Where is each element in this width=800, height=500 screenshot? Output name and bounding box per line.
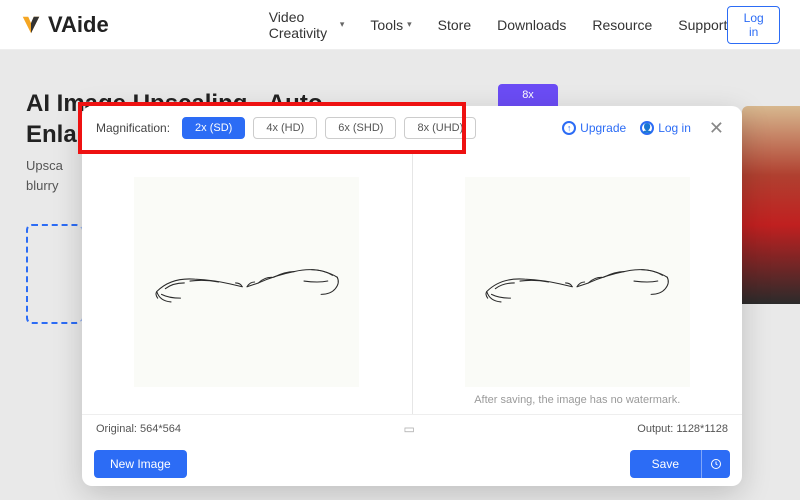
close-icon[interactable]: ✕ bbox=[705, 118, 728, 139]
upgrade-icon: ↑ bbox=[562, 121, 576, 135]
nav-item-resource[interactable]: Resource bbox=[592, 9, 652, 41]
magnification-6x[interactable]: 6x (SHD) bbox=[325, 117, 396, 139]
output-size-label: Output: 1128*1128 bbox=[637, 423, 728, 435]
save-options-button[interactable] bbox=[701, 450, 730, 478]
nav-item-tools[interactable]: Tools▾ bbox=[370, 9, 411, 41]
promo-badge: 8x bbox=[498, 84, 558, 106]
brand-text: VAide bbox=[48, 12, 109, 38]
chevron-down-icon: ▾ bbox=[340, 19, 345, 30]
nav-menu: Video Creativity▾ Tools▾ Store Downloads… bbox=[269, 9, 728, 41]
new-image-button[interactable]: New Image bbox=[94, 450, 187, 478]
magnification-label: Magnification: bbox=[96, 121, 170, 135]
logo-icon bbox=[20, 14, 42, 36]
chevron-down-icon: ▾ bbox=[407, 19, 412, 30]
original-pane bbox=[82, 150, 412, 414]
watermark-note: After saving, the image has no watermark… bbox=[474, 394, 680, 406]
top-nav: VAide Video Creativity▾ Tools▾ Store Dow… bbox=[0, 0, 800, 50]
nav-item-video[interactable]: Video Creativity▾ bbox=[269, 9, 345, 41]
modal-body: After saving, the image has no watermark… bbox=[82, 150, 742, 414]
sample-photo bbox=[742, 106, 800, 304]
history-icon bbox=[710, 458, 722, 470]
compare-icon[interactable]: ▭ bbox=[181, 422, 637, 436]
save-button[interactable]: Save bbox=[630, 450, 701, 478]
original-image bbox=[134, 177, 359, 387]
magnification-2x[interactable]: 2x (SD) bbox=[182, 117, 245, 139]
modal-login-link[interactable]: 👤 Log in bbox=[640, 121, 691, 135]
modal-meta: Original: 564*564 ▭ Output: 1128*1128 bbox=[82, 414, 742, 442]
upgrade-link[interactable]: ↑ Upgrade bbox=[562, 121, 626, 135]
nav-item-support[interactable]: Support bbox=[678, 9, 727, 41]
original-size-label: Original: 564*564 bbox=[96, 423, 181, 435]
magnification-options: 2x (SD) 4x (HD) 6x (SHD) 8x (UHD) bbox=[182, 117, 476, 139]
modal-footer: New Image Save bbox=[82, 442, 742, 486]
hands-illustration bbox=[152, 247, 342, 317]
magnification-8x[interactable]: 8x (UHD) bbox=[404, 117, 476, 139]
magnification-4x[interactable]: 4x (HD) bbox=[253, 117, 317, 139]
login-button[interactable]: Log in bbox=[727, 6, 780, 44]
hands-illustration bbox=[482, 247, 672, 317]
modal-header: Magnification: 2x (SD) 4x (HD) 6x (SHD) … bbox=[82, 106, 742, 150]
brand-logo[interactable]: VAide bbox=[20, 12, 109, 38]
user-icon: 👤 bbox=[640, 121, 654, 135]
output-image bbox=[465, 177, 690, 387]
output-pane: After saving, the image has no watermark… bbox=[413, 150, 743, 414]
upscale-modal: Magnification: 2x (SD) 4x (HD) 6x (SHD) … bbox=[82, 106, 742, 486]
upload-dropzone[interactable] bbox=[26, 224, 82, 324]
nav-item-downloads[interactable]: Downloads bbox=[497, 9, 566, 41]
nav-item-store[interactable]: Store bbox=[438, 9, 471, 41]
